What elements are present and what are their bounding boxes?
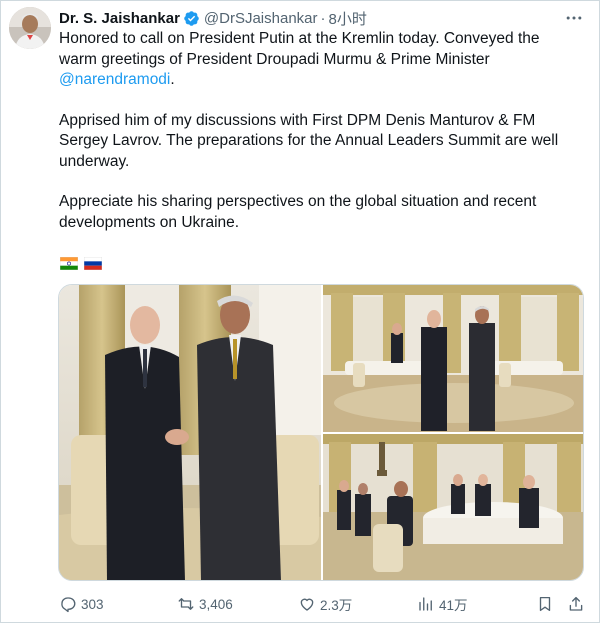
reply-count: 303 [81, 596, 104, 612]
tweet-text: Honored to call on President Putin at th… [59, 29, 579, 233]
heart-icon [300, 598, 314, 611]
views-button[interactable]: 41万 [417, 591, 468, 617]
more-icon [566, 16, 582, 20]
view-count: 41万 [439, 598, 468, 613]
flag-emojis [60, 257, 102, 270]
share-icon [569, 596, 583, 611]
kremlin-hall-photo[interactable] [323, 285, 583, 432]
repost-icon [178, 598, 194, 610]
more-options-button[interactable] [563, 7, 585, 29]
handshake-photo[interactable] [59, 285, 321, 580]
bookmark-icon [539, 596, 551, 612]
tweet-action-bar: 303 3,406 2.3万 41万 [0, 591, 600, 617]
repost-count: 3,406 [199, 596, 233, 612]
bookmark-button[interactable] [536, 591, 554, 617]
views-icon [419, 597, 432, 611]
like-count: 2.3万 [320, 598, 353, 613]
reply-button[interactable]: 303 [59, 591, 104, 617]
avatar[interactable] [9, 7, 51, 49]
avatar-image [9, 7, 51, 49]
share-button[interactable] [567, 591, 585, 617]
header-separator: · [320, 9, 326, 27]
india-flag-icon [60, 257, 78, 270]
tweet-paragraph-1: Honored to call on President Putin at th… [59, 30, 540, 88]
repost-button[interactable]: 3,406 [177, 591, 233, 617]
author-handle[interactable]: @DrSJaishankar [204, 10, 318, 27]
media-grid [58, 284, 584, 581]
tweet-paragraph-3: Appreciate his sharing perspectives on t… [59, 193, 537, 231]
tweet-header: Dr. S. Jaishankar @DrSJaishankar · 8小时 [59, 7, 367, 29]
reply-icon [61, 597, 76, 613]
like-button[interactable]: 2.3万 [298, 591, 352, 617]
verified-badge-icon [183, 10, 200, 27]
tweet-paragraph-2: Apprised him of my discussions with Firs… [59, 111, 559, 170]
russia-flag-icon [84, 257, 102, 270]
author-name[interactable]: Dr. S. Jaishankar [59, 10, 180, 27]
mention-link[interactable]: @narendramodi [59, 71, 170, 88]
meeting-table-photo[interactable] [323, 434, 583, 580]
tweet-timestamp[interactable]: 8小时 [329, 8, 367, 29]
